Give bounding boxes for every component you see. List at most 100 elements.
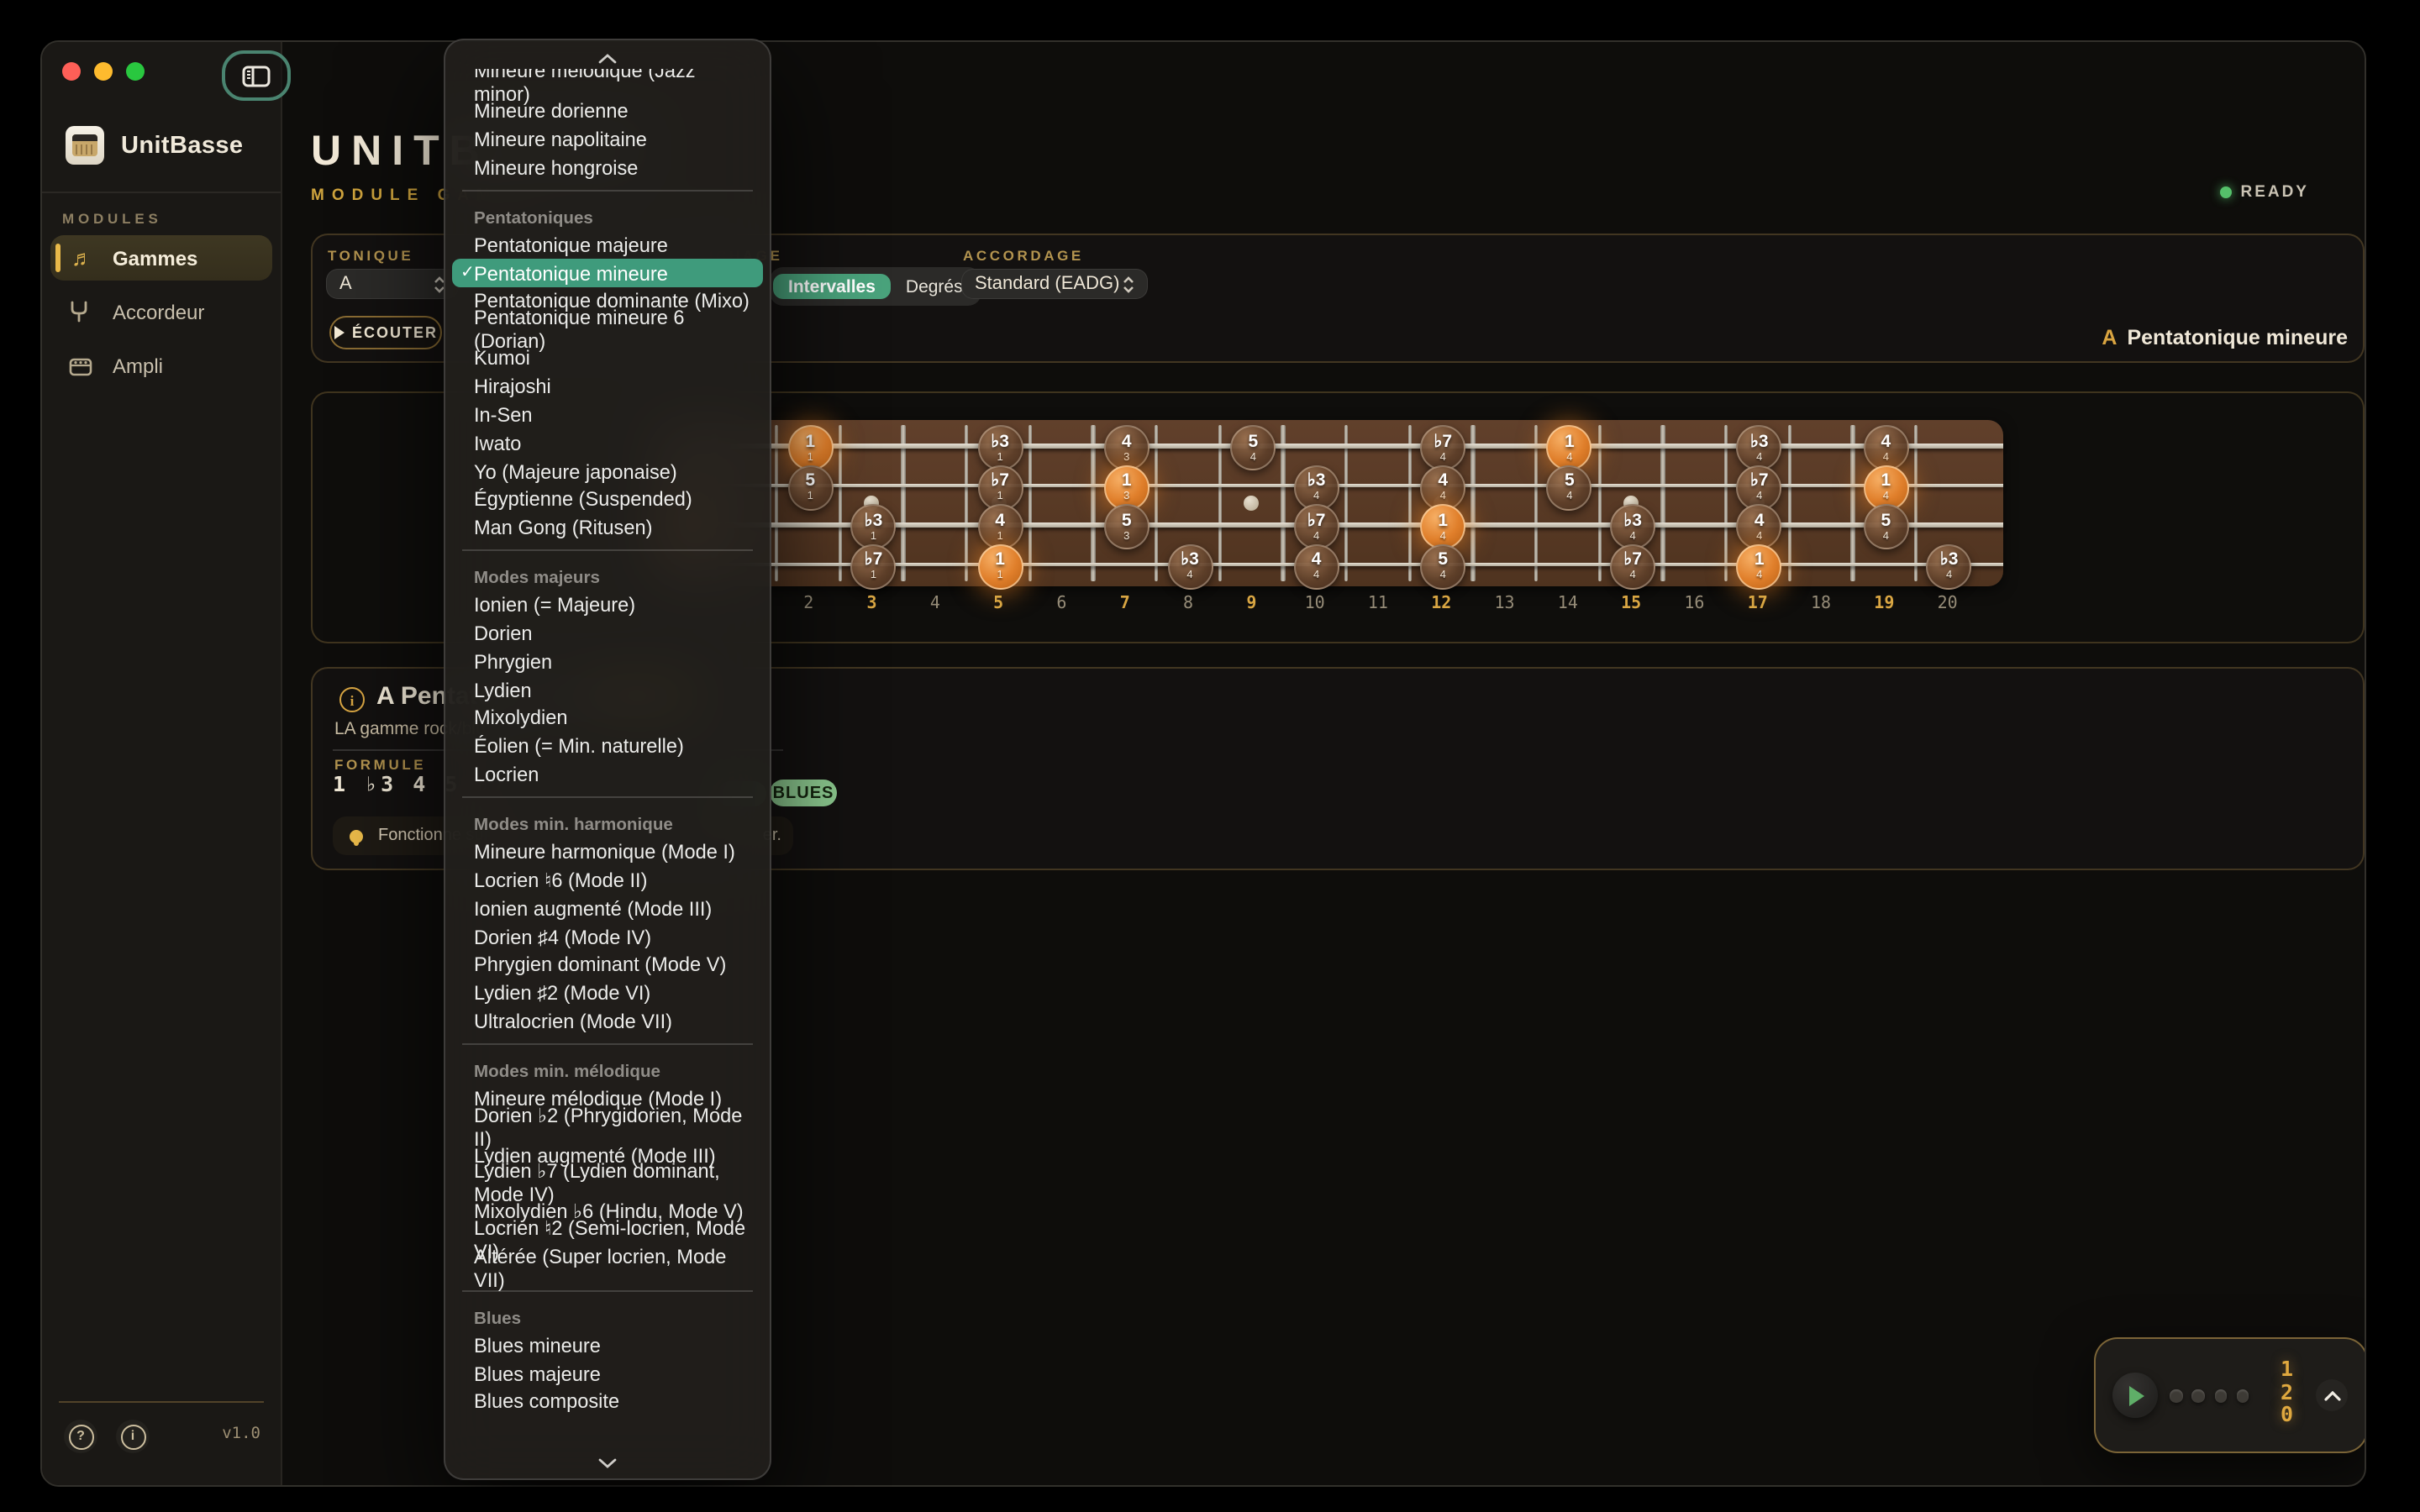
menu-item[interactable]: Mineure napolitaine xyxy=(445,125,770,154)
sidebar-item-gammes[interactable]: ♬ Gammes xyxy=(50,235,272,281)
accordage-select[interactable]: Standard (EADG) xyxy=(961,269,1148,299)
toggle-intervalles[interactable]: Intervalles xyxy=(773,274,891,299)
close-button[interactable] xyxy=(62,62,81,81)
menu-item[interactable]: Yo (Majeure japonaise) xyxy=(445,457,770,486)
fretboard[interactable]: ♭741511♭314354♭7414♭344451♭7113♭344454♭7… xyxy=(650,420,2003,586)
menu-item[interactable]: Phrygien xyxy=(445,648,770,676)
menu-item[interactable]: Mineure mélodique (Jazz minor) xyxy=(445,69,770,97)
note-marker[interactable]: 41 xyxy=(977,504,1023,549)
position-label: 4 xyxy=(1440,570,1446,581)
menu-item[interactable]: Dorien ♯4 (Mode IV) xyxy=(445,922,770,951)
zoom-button[interactable] xyxy=(126,62,145,81)
menu-item[interactable]: Lydien xyxy=(445,675,770,704)
menu-item[interactable]: In-Sen xyxy=(445,401,770,429)
tuning-fork-icon xyxy=(69,301,96,323)
menu-item[interactable]: ✓Pentatonique mineure xyxy=(452,259,763,287)
note-marker[interactable]: ♭74 xyxy=(1610,543,1655,589)
note-marker[interactable]: ♭34 xyxy=(1294,465,1339,510)
menu-item[interactable]: Ionien augmenté (Mode III) xyxy=(445,895,770,923)
note-marker-root[interactable]: 11 xyxy=(977,543,1023,589)
ecouter-button[interactable]: ÉCOUTER xyxy=(329,316,442,349)
note-marker[interactable]: ♭31 xyxy=(851,504,897,549)
interval-label: 5 xyxy=(805,472,815,489)
menu-item[interactable]: Égyptienne (Suspended) xyxy=(445,486,770,514)
menu-item[interactable]: Mineure harmonique (Mode I) xyxy=(445,837,770,866)
note-marker-root[interactable]: 14 xyxy=(1863,465,1908,510)
menu-item[interactable]: Ionien (= Majeure) xyxy=(445,591,770,619)
menu-item-label: Égyptienne (Suspended) xyxy=(474,488,692,512)
note-marker[interactable]: ♭71 xyxy=(977,465,1023,510)
menu-item[interactable]: Hirajoshi xyxy=(445,372,770,401)
fret-wire xyxy=(1534,425,1539,581)
note-marker[interactable]: 54 xyxy=(1230,425,1276,470)
menu-item[interactable]: Locrien xyxy=(445,760,770,789)
sidebar-toggle-button[interactable] xyxy=(222,50,291,101)
note-marker[interactable]: 44 xyxy=(1294,543,1339,589)
menu-item[interactable]: Man Gong (Ritusen) xyxy=(445,514,770,543)
scroll-down-indicator[interactable] xyxy=(445,1452,770,1473)
ready-dot-icon xyxy=(2220,186,2232,198)
menu-item[interactable]: Dorien ♭2 (Phrygidorien, Mode II) xyxy=(445,1113,770,1142)
menu-item[interactable]: Iwato xyxy=(445,429,770,458)
menu-item[interactable]: Phrygien dominant (Mode V) xyxy=(445,951,770,979)
note-marker[interactable]: 54 xyxy=(1863,504,1908,549)
note-marker[interactable]: ♭31 xyxy=(977,425,1023,470)
note-marker-root[interactable]: 14 xyxy=(1737,543,1782,589)
position-label: 4 xyxy=(1313,530,1319,542)
note-marker[interactable]: 44 xyxy=(1863,425,1908,470)
menu-item[interactable]: Éolien (= Min. naturelle) xyxy=(445,732,770,761)
menu-item-label: Mineure dorienne xyxy=(474,100,629,123)
note-marker-root[interactable]: 14 xyxy=(1420,504,1465,549)
note-marker-root[interactable]: 11 xyxy=(787,425,833,470)
menu-item[interactable]: Blues majeure xyxy=(445,1359,770,1388)
note-marker[interactable]: 44 xyxy=(1737,504,1782,549)
note-marker-root[interactable]: 14 xyxy=(1547,425,1592,470)
tonique-select[interactable]: A xyxy=(326,269,459,299)
sidebar-item-ampli[interactable]: Ampli xyxy=(50,343,272,388)
menu-item-label: Dorien xyxy=(474,622,533,645)
menu-item[interactable]: Mineure dorienne xyxy=(445,97,770,126)
menu-item[interactable]: Lydien ♯2 (Mode VI) xyxy=(445,979,770,1008)
menu-item[interactable]: Pentatonique majeure xyxy=(445,231,770,260)
menu-item[interactable]: Dorien xyxy=(445,619,770,648)
note-marker[interactable]: ♭34 xyxy=(1167,543,1213,589)
menu-item[interactable]: Mixolydien xyxy=(445,704,770,732)
fret-number: 13 xyxy=(1486,595,1523,613)
about-button[interactable]: i xyxy=(116,1420,150,1453)
menu-item[interactable]: Ultralocrien (Mode VII) xyxy=(445,1007,770,1036)
note-marker[interactable]: 54 xyxy=(1420,543,1465,589)
menu-divider xyxy=(462,796,753,798)
note-marker[interactable]: 44 xyxy=(1420,465,1465,510)
bulb-icon xyxy=(350,829,363,843)
note-marker[interactable]: ♭74 xyxy=(1294,504,1339,549)
note-marker[interactable]: ♭74 xyxy=(1737,465,1782,510)
sidebar-item-accordeur[interactable]: Accordeur xyxy=(50,289,272,334)
note-marker-root[interactable]: 13 xyxy=(1104,465,1150,510)
player-expand-button[interactable] xyxy=(2316,1379,2348,1411)
fret-wire xyxy=(1660,425,1665,581)
menu-item[interactable]: Lydien ♭7 (Lydien dominant, Mode IV) xyxy=(445,1169,770,1198)
note-marker[interactable]: 51 xyxy=(787,465,833,510)
scroll-up-indicator[interactable] xyxy=(445,47,770,69)
note-marker[interactable]: 43 xyxy=(1104,425,1150,470)
note-marker[interactable]: ♭71 xyxy=(851,543,897,589)
minimize-button[interactable] xyxy=(94,62,113,81)
menu-item[interactable]: Blues mineure xyxy=(445,1331,770,1360)
fret-number: 17 xyxy=(1739,595,1776,613)
tonique-label: TONIQUE xyxy=(328,247,413,264)
info-circle-icon[interactable]: i xyxy=(339,687,365,712)
menu-item[interactable]: Pentatonique mineure 6 (Dorian) xyxy=(445,316,770,344)
menu-item[interactable]: Altérée (Super locrien, Mode VII) xyxy=(445,1254,770,1283)
menu-item[interactable]: Mineure hongroise xyxy=(445,154,770,182)
note-marker[interactable]: ♭34 xyxy=(1737,425,1782,470)
menu-item[interactable]: Locrien ♮6 (Mode II) xyxy=(445,866,770,895)
note-marker[interactable]: 54 xyxy=(1547,465,1592,510)
note-marker[interactable]: ♭34 xyxy=(1927,543,1972,589)
menu-item[interactable]: Kumoi xyxy=(445,344,770,373)
menu-item[interactable]: Blues composite xyxy=(445,1388,770,1416)
note-marker[interactable]: ♭34 xyxy=(1610,504,1655,549)
note-marker[interactable]: 53 xyxy=(1104,504,1150,549)
note-marker[interactable]: ♭74 xyxy=(1420,425,1465,470)
player-play-button[interactable] xyxy=(2112,1373,2158,1418)
help-button[interactable]: ? xyxy=(64,1420,97,1453)
